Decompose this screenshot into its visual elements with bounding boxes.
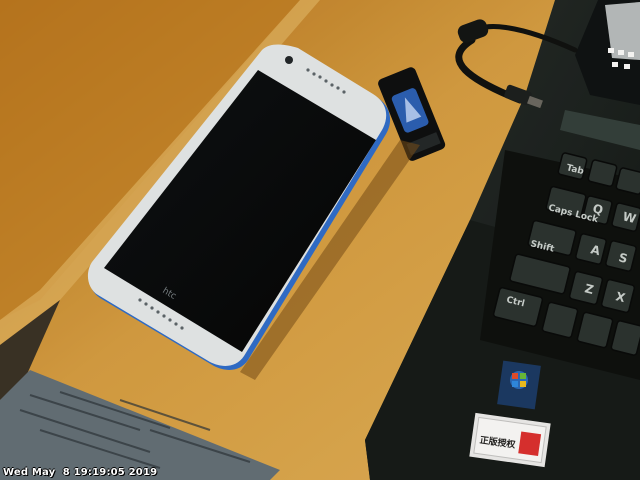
photo-scene: Caps Lock Shift Ctrl Tab Q A Z W S X 正版授… (0, 0, 640, 480)
timestamp-overlay: Wed May 8 19:19:05 2019 (3, 467, 158, 478)
vignette (0, 0, 640, 480)
